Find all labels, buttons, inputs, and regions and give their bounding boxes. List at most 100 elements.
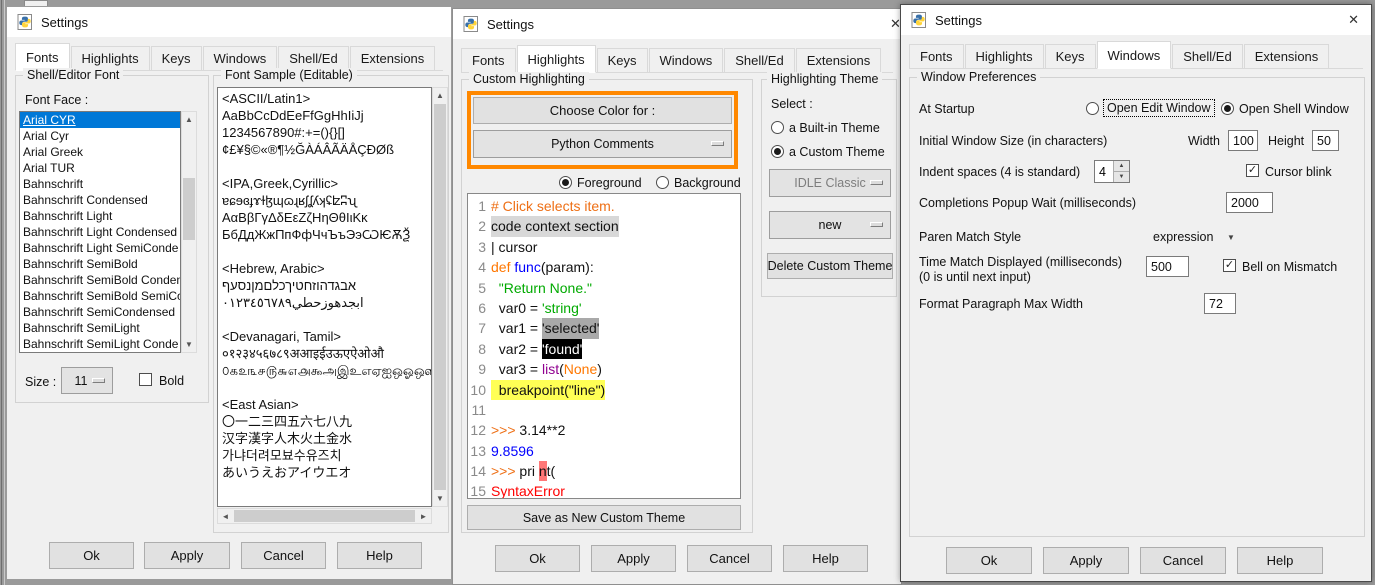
apply-button[interactable]: Apply [144,542,230,569]
normal-code[interactable]: pri [519,461,538,481]
font-list-item[interactable]: Arial Cyr [20,128,180,144]
save-custom-theme-button[interactable]: Save as New Custom Theme [467,505,741,530]
cancel-button[interactable]: Cancel [241,542,326,569]
font-size-menu[interactable]: 11 [61,367,113,394]
builtin-theme-radio[interactable] [771,121,784,134]
tab-extensions[interactable]: Extensions [796,48,882,72]
normal-code[interactable]: var2 = [491,339,542,359]
custom-theme-menu[interactable]: new [769,211,891,239]
scroll-up-icon[interactable]: ▲ [433,88,447,103]
ok-button[interactable]: Ok [946,547,1032,574]
builtin-sample[interactable]: list [542,359,559,379]
stdout-sample[interactable]: 9.8596 [491,441,534,461]
code-line[interactable]: 6 var0 = 'string' [468,298,740,318]
font-list-scrollbar[interactable]: ▲ ▼ [181,111,197,353]
font-sample-textarea[interactable]: <ASCII/Latin1> AaBbCcDdEeFfGgHhIiJj 1234… [217,87,432,507]
font-list-item-selected[interactable]: Arial CYR [20,112,180,128]
code-line[interactable]: 1# Click selects item. [468,196,740,216]
font-list-item[interactable]: Bahnschrift Light [20,208,180,224]
apply-button[interactable]: Apply [1043,547,1129,574]
normal-code[interactable]: 3.14**2 [519,420,565,440]
bold-checkbox[interactable] [139,373,152,386]
tab-fonts[interactable]: Fonts [461,48,516,72]
font-list-item[interactable]: Bahnschrift [20,176,180,192]
code-line[interactable]: 11 [468,400,740,420]
selected-text-sample[interactable]: 'selected' [542,318,600,338]
font-list-item[interactable]: Arial TUR [20,160,180,176]
highlight-sample-code[interactable]: 1# Click selects item. 2code context sec… [467,193,741,499]
code-line[interactable]: 10 breakpoint("line") [468,380,740,400]
found-text-sample[interactable]: 'found' [542,339,582,359]
font-list-item[interactable]: Bahnschrift SemiLight Conde [20,336,180,352]
builtin-theme-menu[interactable]: IDLE Classic [769,169,891,197]
definition-sample[interactable]: func [514,257,540,277]
title-bar[interactable]: Settings ✕ [901,5,1371,35]
font-sample-hscrollbar[interactable]: ◄ ► [217,508,432,524]
scroll-up-icon[interactable]: ▲ [182,112,196,127]
cursor-sample[interactable]: | cursor [491,237,537,257]
code-line[interactable]: 8 var2 = 'found' [468,339,740,359]
font-list-item[interactable]: Bahnschrift Condensed [20,192,180,208]
scrollbar-thumb[interactable] [183,178,195,240]
code-line[interactable]: 9 var3 = list(None) [468,359,740,379]
paren-match-style-value[interactable]: expression [1153,230,1213,244]
spin-down-icon[interactable]: ▼ [1114,172,1129,182]
font-face-list[interactable]: Arial CYR Arial Cyr Arial Greek Arial TU… [19,111,181,353]
ok-button[interactable]: Ok [495,545,580,572]
scrollbar-thumb[interactable] [434,104,446,490]
comment-sample[interactable]: # Click selects item. [491,196,615,216]
delete-custom-theme-button[interactable]: Delete Custom Theme [767,253,893,279]
help-button[interactable]: Help [1237,547,1323,574]
spinner-arrows[interactable]: ▲▼ [1113,161,1129,182]
normal-code[interactable]: var0 = [491,298,542,318]
font-list-item[interactable]: Bahnschrift SemiBold Conden [20,272,180,288]
normal-code[interactable]: var1 = [491,318,542,338]
indent-spinner[interactable]: 4 ▲▼ [1094,160,1130,183]
tab-windows[interactable]: Windows [203,46,278,70]
scroll-down-icon[interactable]: ▼ [433,491,447,506]
open-edit-window-label[interactable]: Open Edit Window [1103,99,1215,117]
font-list-item[interactable]: Bahnschrift SemiBold SemiCo [20,288,180,304]
font-list-item[interactable]: Bahnschrift Light Condensed [20,224,180,240]
time-match-input[interactable]: 500 [1146,256,1189,277]
font-sample-vscrollbar[interactable]: ▲ ▼ [432,87,448,507]
tab-windows[interactable]: Windows [649,48,724,72]
font-list-item[interactable]: Bahnschrift SemiCondensed [20,304,180,320]
normal-code[interactable]: var3 = [491,359,542,379]
close-icon[interactable]: ✕ [890,16,899,32]
apply-button[interactable]: Apply [591,545,676,572]
keyword-sample[interactable]: None [564,359,597,379]
highlight-target-menu[interactable]: Python Comments [473,130,732,158]
scroll-left-icon[interactable]: ◄ [218,509,233,523]
shell-prompt-sample[interactable]: >>> [491,420,519,440]
normal-code[interactable]: t( [547,461,556,481]
scroll-down-icon[interactable]: ▼ [182,337,196,352]
code-line[interactable]: 14>>> pri nt( [468,461,740,481]
bell-on-mismatch-checkbox[interactable]: ✓ [1223,259,1236,272]
open-edit-window-radio[interactable] [1086,102,1099,115]
normal-code[interactable]: (param): [541,257,594,277]
help-button[interactable]: Help [783,545,868,572]
completions-wait-input[interactable]: 2000 [1226,192,1273,213]
scroll-right-icon[interactable]: ► [416,509,431,523]
ok-button[interactable]: Ok [49,542,134,569]
height-input[interactable]: 50 [1312,130,1339,151]
stderr-sample[interactable]: SyntaxError [491,481,565,499]
tab-extensions[interactable]: Extensions [1244,44,1330,68]
font-list-item[interactable]: Bahnschrift Light SemiConde [20,240,180,256]
tab-extensions[interactable]: Extensions [350,46,436,70]
background-radio[interactable] [656,176,669,189]
font-list-item[interactable]: Arial Greek [20,144,180,160]
string-sample[interactable]: "Return None." [491,278,592,298]
font-list-item[interactable]: Bahnschrift SemiBold [20,256,180,272]
code-line[interactable]: 2code context section [468,216,740,236]
help-button[interactable]: Help [337,542,422,569]
code-line[interactable]: 12>>> 3.14**2 [468,420,740,440]
code-line[interactable]: 5 "Return None." [468,278,740,298]
cursor-blink-checkbox[interactable]: ✓ [1246,164,1259,177]
tab-keys[interactable]: Keys [597,48,648,72]
string-sample[interactable]: 'string' [542,298,582,318]
tab-highlights[interactable]: Highlights [71,46,150,70]
code-line[interactable]: 7 var1 = 'selected' [468,318,740,338]
tab-highlights[interactable]: Highlights [517,45,596,73]
